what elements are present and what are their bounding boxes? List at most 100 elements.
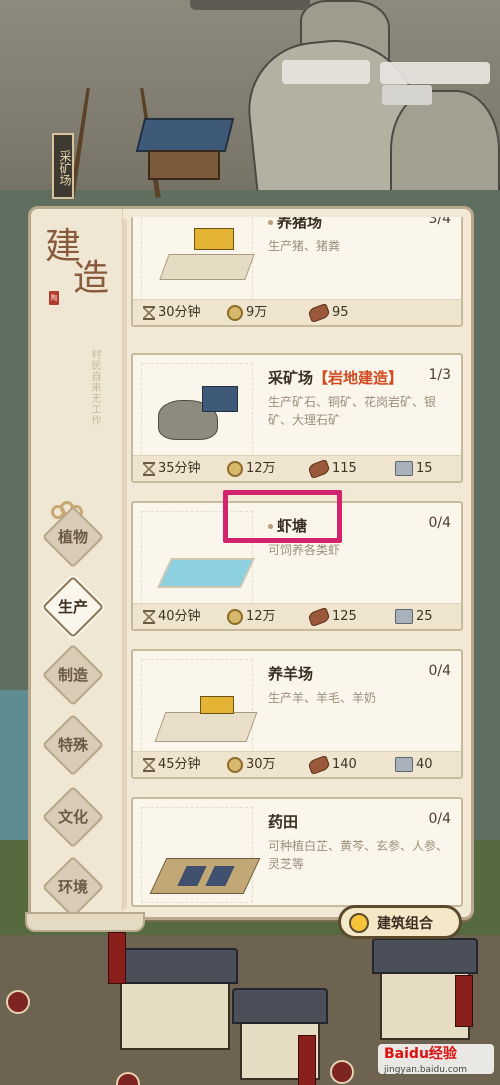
tab-special[interactable]: 特殊 bbox=[41, 713, 105, 777]
mine-shed[interactable] bbox=[135, 118, 235, 180]
status-bar bbox=[0, 0, 500, 12]
coin-icon bbox=[227, 608, 243, 625]
wood-cost: 140 bbox=[307, 754, 357, 775]
stone-icon bbox=[395, 461, 413, 476]
combo-label: 建筑组合 bbox=[377, 916, 433, 932]
shed-wall bbox=[148, 150, 220, 180]
building-list[interactable]: 养猪场 3/4 生产猪、猪粪 30分钟 9万 95 采矿场【岩地建造】 1/3 … bbox=[131, 217, 467, 911]
building-combo-button[interactable]: 建筑组合 bbox=[338, 905, 462, 939]
tab-label: 制造 bbox=[57, 666, 88, 684]
building-count: 0/4 bbox=[428, 811, 451, 827]
blurred-overlay bbox=[380, 62, 490, 84]
notch bbox=[190, 0, 310, 10]
building-count: 1/3 bbox=[428, 367, 451, 383]
tab-plants[interactable]: 植物 bbox=[41, 505, 105, 569]
panel-sidebar: 建 造 陶 村民自来无工作 植物 生产 制造 特殊 文化 环境 bbox=[31, 209, 123, 919]
stone-cost: 25 bbox=[395, 607, 433, 627]
building-cost-bar: 40分钟 12万 125 25 bbox=[133, 603, 461, 629]
building-thumbnail bbox=[141, 659, 258, 755]
house-roof bbox=[372, 938, 478, 974]
coin-cost: 30万 bbox=[227, 755, 276, 775]
tab-environment[interactable]: 环境 bbox=[41, 855, 105, 919]
tab-production[interactable]: 生产 bbox=[41, 575, 105, 639]
town-house[interactable] bbox=[112, 948, 238, 1050]
watermark: Baidu经验 jingyan.baidu.com bbox=[378, 1044, 494, 1075]
building-description: 生产矿石、铜矿、花岗岩矿、银矿、大理石矿 bbox=[268, 395, 437, 427]
mine-illustration bbox=[158, 380, 248, 450]
building-description: 生产羊、羊毛、羊奶 bbox=[268, 691, 377, 705]
coin-cost: 9万 bbox=[227, 303, 267, 323]
terrain-tag: 【岩地建造】 bbox=[313, 369, 404, 387]
shrimp-pond-illustration bbox=[157, 558, 255, 594]
wood-icon bbox=[307, 458, 331, 479]
house-roof bbox=[112, 948, 238, 984]
building-card-pig-farm[interactable]: 养猪场 3/4 生产猪、猪粪 30分钟 9万 95 bbox=[131, 217, 463, 327]
tab-culture[interactable]: 文化 bbox=[41, 785, 105, 849]
building-card-herb-field[interactable]: 药田 0/4 可种植白芷、黄芩、玄参、人参、灵芝等 bbox=[131, 797, 463, 907]
stone-icon bbox=[395, 757, 413, 772]
coin-icon bbox=[227, 304, 243, 321]
panel-subtitle: 村民自来无工作 bbox=[89, 349, 100, 426]
villager-avatar-icon[interactable] bbox=[6, 990, 30, 1014]
building-card-mine[interactable]: 采矿场【岩地建造】 1/3 生产矿石、铜矿、花岗岩矿、银矿、大理石矿 35分钟 … bbox=[131, 353, 463, 483]
shop-banner bbox=[108, 932, 126, 984]
pig-farm-illustration bbox=[159, 228, 255, 284]
build-time: 40分钟 bbox=[143, 607, 201, 627]
panel-title-char: 造 bbox=[73, 258, 110, 299]
stone-cost: 15 bbox=[395, 459, 433, 479]
tab-label: 特殊 bbox=[57, 736, 88, 754]
wood-icon bbox=[307, 302, 331, 323]
coin-icon bbox=[227, 460, 243, 477]
combo-icon bbox=[349, 913, 369, 933]
building-description: 可种植白芷、黄芩、玄参、人参、灵芝等 bbox=[268, 839, 449, 871]
hourglass-icon bbox=[143, 609, 155, 624]
villager-avatar-icon[interactable] bbox=[330, 1060, 354, 1084]
building-description: 生产猪、猪粪 bbox=[268, 239, 341, 253]
mine-sign[interactable]: 采矿场 bbox=[52, 133, 74, 199]
seal-stamp: 陶 bbox=[49, 291, 59, 305]
wood-cost: 95 bbox=[307, 302, 349, 323]
building-thumbnail bbox=[141, 363, 253, 459]
build-time: 35分钟 bbox=[143, 459, 201, 479]
house-roof bbox=[232, 988, 328, 1024]
tab-label: 环境 bbox=[57, 878, 88, 896]
wood-cost: 125 bbox=[307, 606, 357, 627]
coin-icon bbox=[227, 756, 243, 773]
tab-label: 植物 bbox=[57, 528, 88, 546]
hourglass-icon bbox=[143, 757, 155, 772]
shed-roof bbox=[135, 118, 235, 152]
coin-cost: 12万 bbox=[227, 607, 276, 627]
building-thumbnail bbox=[141, 217, 255, 303]
building-count: 0/4 bbox=[428, 515, 451, 531]
stone-icon bbox=[395, 609, 413, 624]
building-name: 养羊场 bbox=[268, 665, 314, 683]
blurred-overlay bbox=[382, 85, 432, 105]
sheep-farm-illustration bbox=[154, 690, 258, 746]
building-cost-bar: 30分钟 9万 95 bbox=[133, 299, 461, 325]
watermark-brand: Baidu经验 bbox=[384, 1046, 457, 1062]
hourglass-icon bbox=[143, 305, 155, 320]
building-name: 采矿场【岩地建造】 bbox=[268, 369, 404, 387]
stone-cost: 40 bbox=[395, 755, 433, 775]
build-time: 30分钟 bbox=[143, 303, 201, 323]
blurred-overlay bbox=[282, 60, 370, 84]
building-description: 可饲养各类虾 bbox=[268, 543, 341, 557]
building-card-sheep-farm[interactable]: 养羊场 0/4 生产羊、羊毛、羊奶 45分钟 30万 140 40 bbox=[131, 649, 463, 779]
building-name: 养猪场 bbox=[268, 217, 322, 232]
building-name: 药田 bbox=[268, 813, 299, 831]
shop-banner bbox=[298, 1035, 316, 1085]
highlight-box bbox=[223, 490, 342, 543]
building-count: 3/4 bbox=[428, 217, 451, 227]
wood-cost: 115 bbox=[307, 458, 357, 479]
building-count: 0/4 bbox=[428, 663, 451, 679]
tab-manufacturing[interactable]: 制造 bbox=[41, 643, 105, 707]
wood-icon bbox=[307, 754, 331, 775]
panel-scroll-end bbox=[25, 912, 145, 932]
wood-icon bbox=[307, 606, 331, 627]
building-cost-bar: 45分钟 30万 140 40 bbox=[133, 751, 461, 777]
building-thumbnail bbox=[141, 807, 261, 903]
watermark-site: jingyan.baidu.com bbox=[384, 1065, 468, 1075]
build-time: 45分钟 bbox=[143, 755, 201, 775]
tab-label: 生产 bbox=[57, 598, 88, 616]
list-scroll-rail[interactable] bbox=[123, 219, 127, 909]
